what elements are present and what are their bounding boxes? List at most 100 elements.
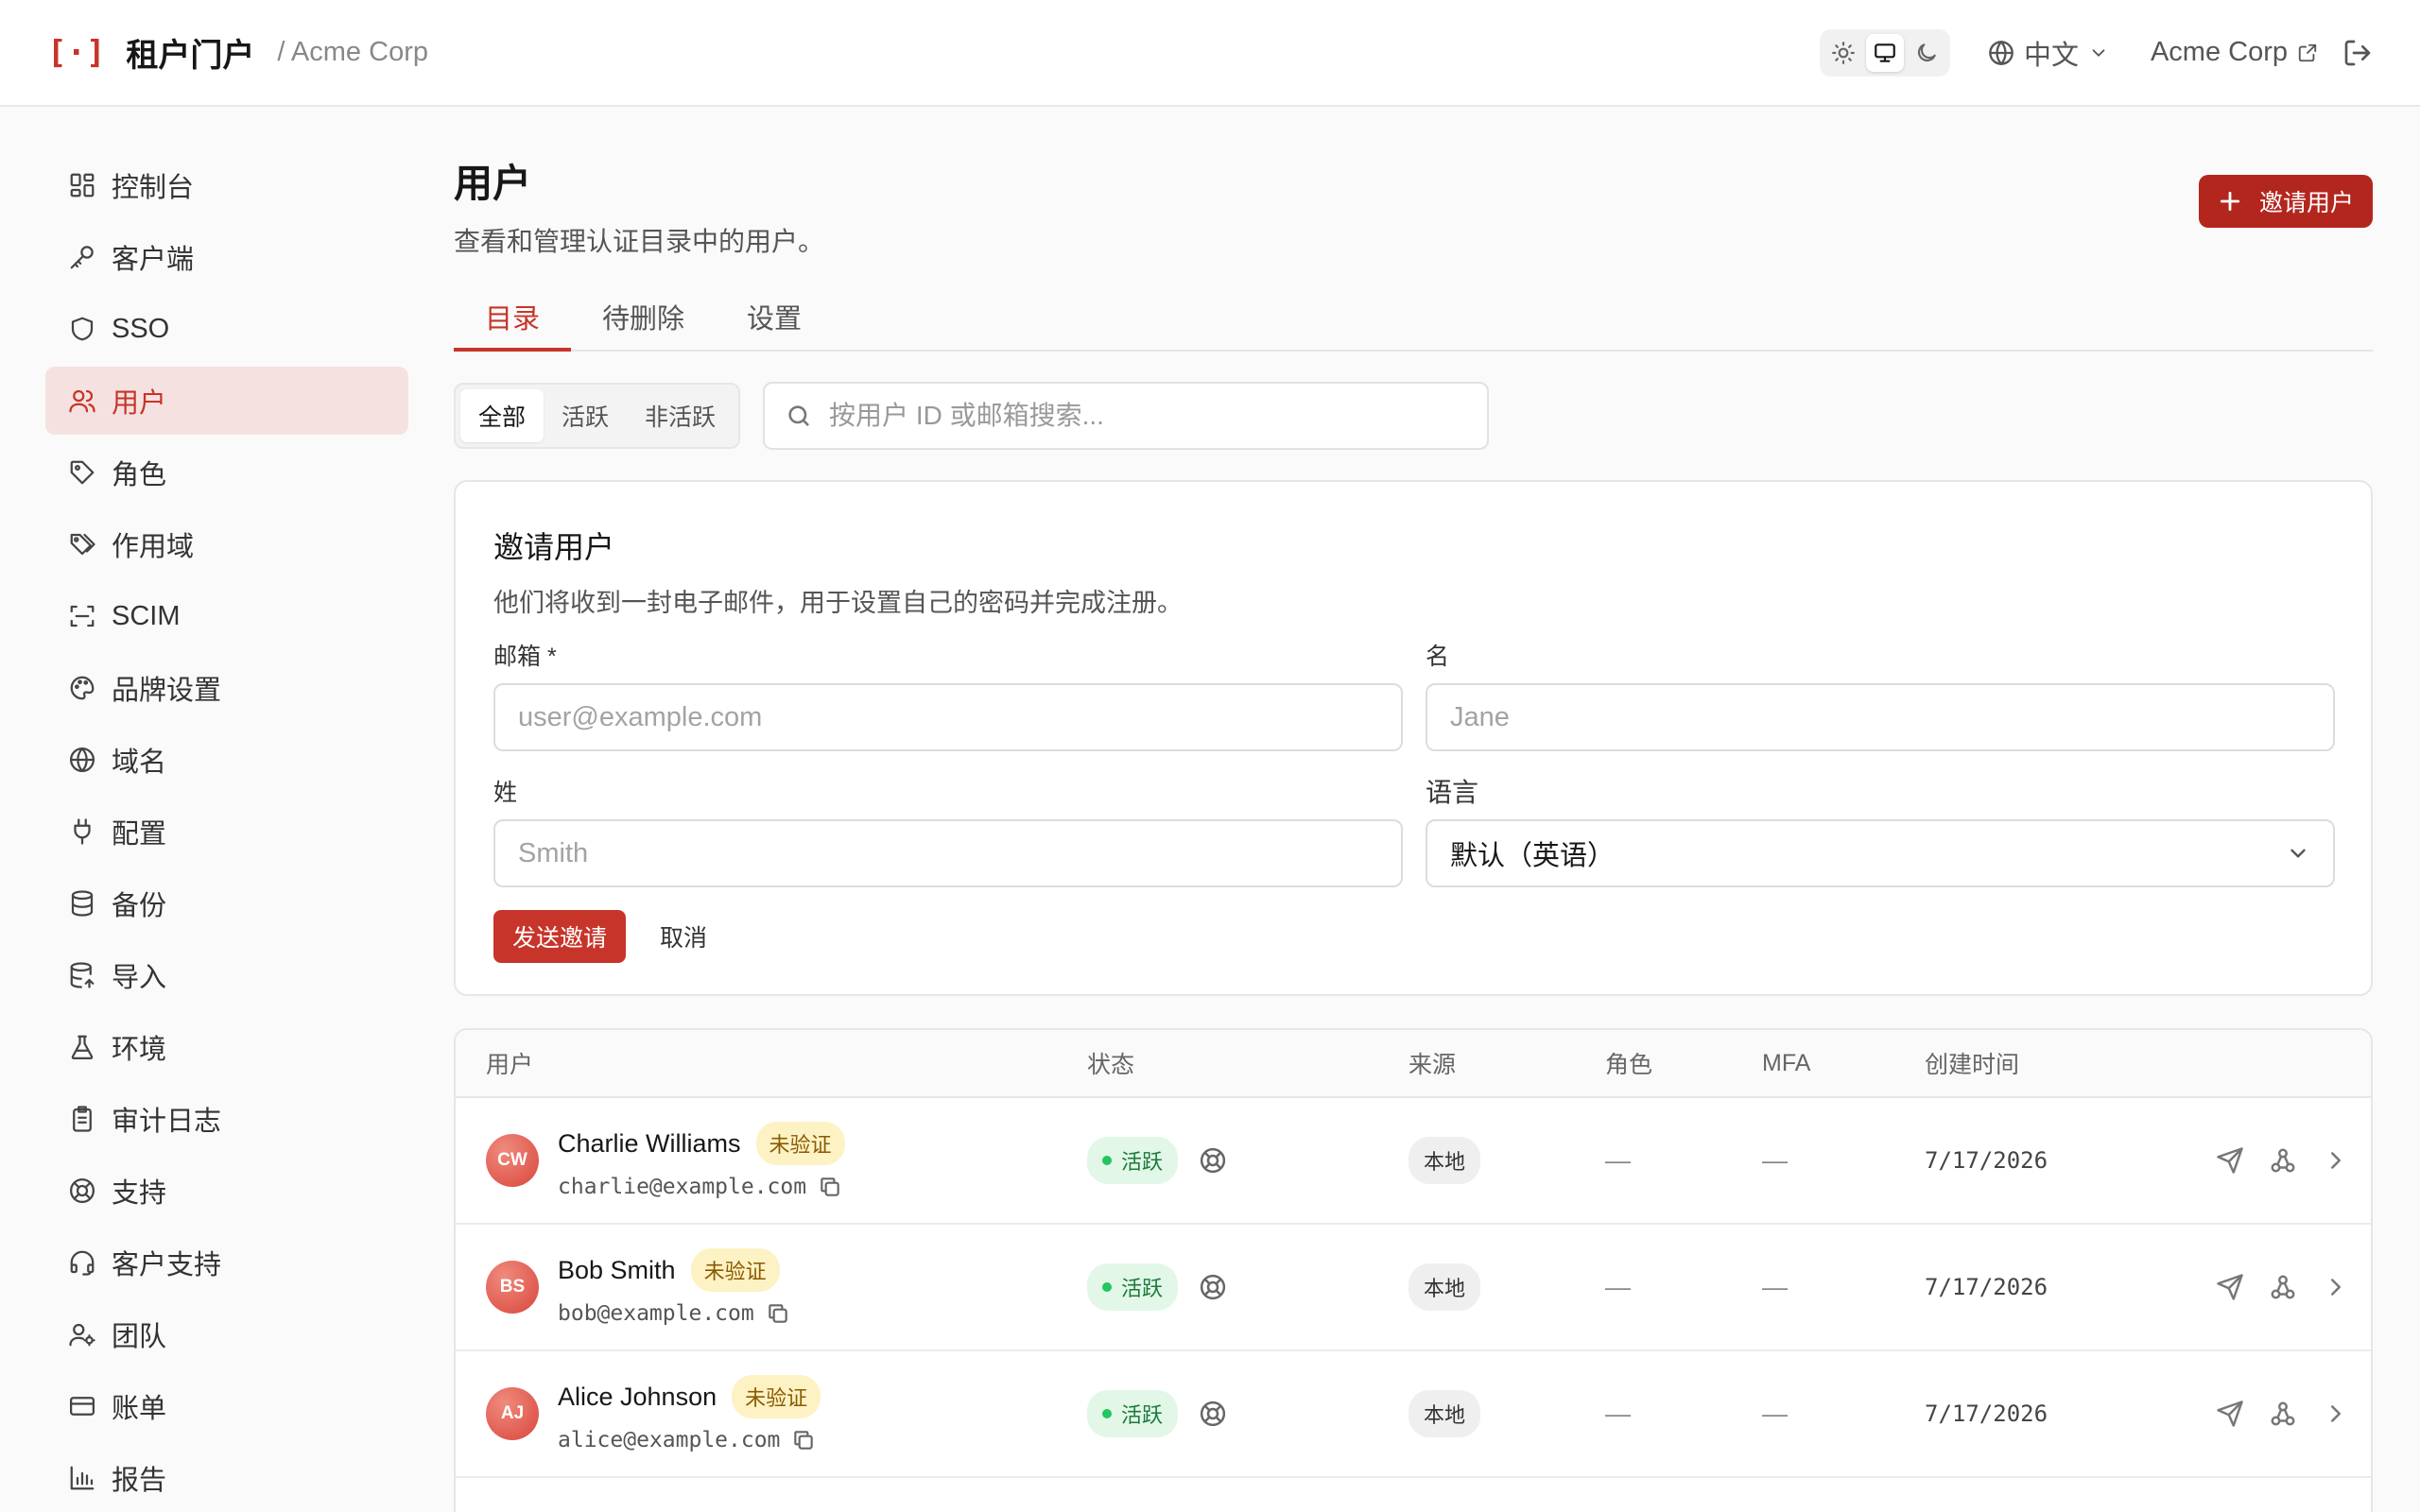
table-row[interactable]: CW Charlie Williams 未验证 charlie@example.… <box>456 1098 2371 1225</box>
sidebar-item-audit-log[interactable]: 审计日志 <box>45 1085 408 1153</box>
created-cell: 7/17/2026 <box>1925 1274 2170 1300</box>
webhook-icon[interactable] <box>2269 1400 2297 1428</box>
system-theme-button[interactable] <box>1865 33 1904 72</box>
language-label: 语言 <box>1426 778 1479 807</box>
filter-all[interactable]: 全部 <box>460 389 544 442</box>
language-select[interactable]: 默认（英语） <box>1426 819 2335 887</box>
sidebar-item-label: 客户支持 <box>112 1250 222 1280</box>
table-row[interactable]: AJ Alice Johnson 未验证 alice@example.com 活… <box>456 1351 2371 1478</box>
column-header-source[interactable]: 来源 <box>1409 1046 1605 1080</box>
row-actions <box>2216 1400 2350 1428</box>
user-name[interactable]: Bob Smith <box>558 1256 676 1285</box>
globe-icon <box>66 744 98 776</box>
database-import-icon <box>66 959 98 991</box>
clipboard-icon <box>66 1103 98 1135</box>
send-icon[interactable] <box>2216 1273 2244 1301</box>
sidebar-item-label: 团队 <box>112 1322 167 1352</box>
email-label: 邮箱 * <box>493 644 557 670</box>
created-date: 7/17/2026 <box>1925 1400 2048 1427</box>
sidebar-item-branding[interactable]: 品牌设置 <box>45 654 408 722</box>
send-icon[interactable] <box>2216 1400 2244 1428</box>
column-header-created[interactable]: 创建时间 <box>1925 1046 2170 1080</box>
org-external-link[interactable]: Acme Corp <box>2151 37 2318 68</box>
sidebar-item-scopes[interactable]: 作用域 <box>45 510 408 578</box>
main-content: 用户 查看和管理认证目录中的用户。 邀请用户 目录 待删除 设置 全部 活跃 非… <box>454 151 2373 1512</box>
tab-settings[interactable]: 设置 <box>716 293 833 352</box>
sidebar-item-dashboard[interactable]: 控制台 <box>45 151 408 219</box>
column-header-mfa[interactable]: MFA <box>1762 1050 1925 1077</box>
lifebuoy-icon[interactable] <box>1199 1273 1227 1301</box>
filter-inactive[interactable]: 非活跃 <box>627 389 734 442</box>
column-header-user[interactable]: 用户 <box>456 1046 1087 1080</box>
sidebar-item-label: SCIM <box>112 600 181 631</box>
user-email: alice@example.com <box>558 1428 781 1452</box>
sidebar-item-team[interactable]: 团队 <box>45 1300 408 1368</box>
avatar: BS <box>486 1261 539 1314</box>
copy-icon[interactable] <box>766 1301 790 1326</box>
user-name[interactable]: Alice Johnson <box>558 1383 717 1412</box>
org-link-label: Acme Corp <box>2150 37 2288 67</box>
sidebar-item-sso[interactable]: SSO <box>45 295 408 363</box>
sidebar-item-scim[interactable]: SCIM <box>45 582 408 650</box>
user-name[interactable]: Charlie Williams <box>558 1129 741 1159</box>
role-value: — <box>1605 1272 1631 1301</box>
sidebar-item-label: 品牌设置 <box>112 676 222 706</box>
role-value: — <box>1605 1145 1631 1175</box>
lifebuoy-icon[interactable] <box>1199 1400 1227 1428</box>
lifebuoy-icon <box>66 1175 98 1207</box>
credit-card-icon <box>66 1390 98 1422</box>
sidebar-item-support[interactable]: 支持 <box>45 1157 408 1225</box>
row-actions <box>2216 1146 2350 1175</box>
copy-icon[interactable] <box>791 1428 816 1452</box>
chevron-right-icon[interactable] <box>2322 1400 2350 1428</box>
sidebar-item-label: 作用域 <box>112 532 195 562</box>
sidebar-item-import[interactable]: 导入 <box>45 941 408 1009</box>
sidebar-item-label: 客户端 <box>112 245 195 275</box>
sidebar-item-users[interactable]: 用户 <box>45 367 408 435</box>
status-cell: 活跃 <box>1087 1390 1409 1437</box>
send-invite-button[interactable]: 发送邀请 <box>493 910 627 963</box>
sidebar-item-billing[interactable]: 账单 <box>45 1372 408 1440</box>
search-input[interactable] <box>829 401 1397 431</box>
column-header-status[interactable]: 状态 <box>1087 1046 1409 1080</box>
email-field-group: 邮箱 * <box>493 638 1403 751</box>
sidebar-item-label: SSO <box>112 313 170 344</box>
filter-active[interactable]: 活跃 <box>544 389 627 442</box>
sidebar-item-environment[interactable]: 环境 <box>45 1013 408 1081</box>
invite-card-description: 他们将收到一封电子邮件，用于设置自己的密码并完成注册。 <box>493 589 1183 617</box>
language-selector[interactable]: 中文 <box>1988 33 2109 73</box>
tab-directory[interactable]: 目录 <box>454 293 572 352</box>
table-row[interactable]: BS Bob Smith 未验证 bob@example.com 活跃 本地 —… <box>456 1225 2371 1351</box>
copy-icon[interactable] <box>818 1175 842 1199</box>
sidebar-item-clients[interactable]: 客户端 <box>45 223 408 291</box>
first-name-field[interactable] <box>1426 683 2335 751</box>
sidebar-item-domains[interactable]: 域名 <box>45 726 408 794</box>
sidebar-item-reports[interactable]: 报告 <box>45 1444 408 1512</box>
user-cog-icon <box>66 1318 98 1350</box>
cancel-button[interactable]: 取消 <box>660 919 707 954</box>
chevron-right-icon[interactable] <box>2322 1273 2350 1301</box>
sidebar-item-roles[interactable]: 角色 <box>45 438 408 507</box>
lifebuoy-icon[interactable] <box>1199 1146 1227 1175</box>
sidebar-item-customer-support[interactable]: 客户支持 <box>45 1228 408 1297</box>
dark-theme-button[interactable] <box>1908 34 1945 72</box>
last-name-field[interactable] <box>493 819 1403 887</box>
send-icon[interactable] <box>2216 1146 2244 1175</box>
webhook-icon[interactable] <box>2269 1146 2297 1175</box>
webhook-icon[interactable] <box>2269 1273 2297 1301</box>
light-theme-button[interactable] <box>1824 34 1862 72</box>
sidebar-item-config[interactable]: 配置 <box>45 798 408 866</box>
invite-user-button[interactable]: 邀请用户 <box>2198 175 2373 228</box>
mfa-cell: — <box>1762 1273 1925 1302</box>
brand[interactable]: [·] 租户门户 / Acme Corp <box>47 29 428 76</box>
invite-form: 邮箱 * 名 姓 语言 默认（英语） <box>493 638 2335 910</box>
logout-button[interactable] <box>2342 38 2373 68</box>
status-badge: 活跃 <box>1087 1390 1179 1437</box>
search-box <box>763 382 1490 450</box>
chevron-right-icon[interactable] <box>2322 1146 2350 1175</box>
tab-pending-deletion[interactable]: 待删除 <box>571 293 716 352</box>
email-field[interactable] <box>493 683 1403 751</box>
sidebar-item-label: 用户 <box>112 388 167 419</box>
sidebar-item-backup[interactable]: 备份 <box>45 869 408 937</box>
column-header-role[interactable]: 角色 <box>1605 1046 1762 1080</box>
